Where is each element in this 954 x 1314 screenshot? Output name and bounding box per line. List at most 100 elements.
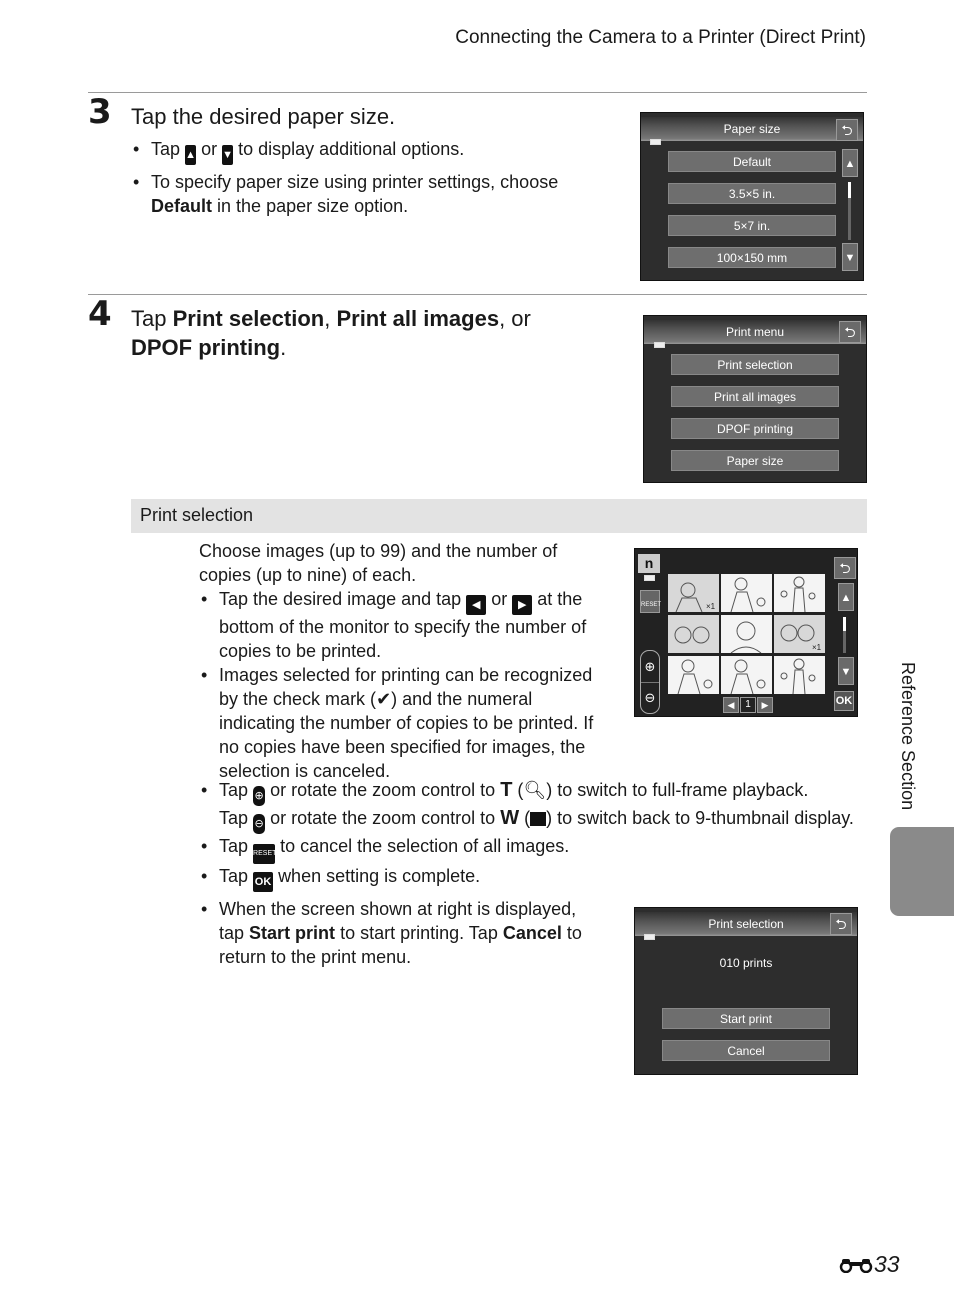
- zoom-out-icon: ⊖: [253, 814, 266, 834]
- text: Tap: [151, 139, 181, 159]
- back-icon[interactable]: ⮌: [839, 321, 861, 343]
- thumbnail[interactable]: [668, 656, 719, 694]
- screen-title: Print selection: [635, 912, 857, 936]
- thumbnail[interactable]: [668, 615, 719, 653]
- screen-title: Paper size: [641, 117, 863, 141]
- option-dpof-printing[interactable]: DPOF printing: [671, 418, 839, 439]
- thumbnail[interactable]: [721, 656, 772, 694]
- text: Tap: [219, 866, 249, 886]
- option-3-5x5[interactable]: 3.5×5 in.: [668, 183, 836, 204]
- ok-icon: OK: [253, 872, 274, 892]
- bullet: Tap RESET to cancel the selection of all…: [199, 834, 859, 864]
- text: or: [491, 589, 508, 609]
- start-print-button[interactable]: Start print: [662, 1008, 830, 1029]
- paper-size-screen: Paper size ⮌ Default 3.5×5 in. 5×7 in. 1…: [640, 112, 864, 281]
- text: ) to switch back to 9-thumbnail display.: [546, 808, 854, 828]
- text: Tap: [219, 808, 249, 828]
- bullet: Tap OK when setting is complete.: [199, 864, 859, 892]
- thumbnail[interactable]: [721, 615, 772, 653]
- thumbnail[interactable]: [721, 574, 772, 612]
- thumbnail[interactable]: ×1: [668, 574, 719, 612]
- zoom-out-button[interactable]: ⊖: [641, 682, 659, 713]
- text: Tap the desired image and tap: [219, 589, 462, 609]
- section-side-label: Reference Section: [898, 662, 918, 811]
- bullet: To specify paper size using printer sett…: [131, 170, 601, 218]
- step-title: Tap Print selection, Print all images, o…: [131, 304, 601, 362]
- text: to cancel the selection of all images.: [280, 836, 570, 856]
- print-menu-screen: Print menu ⮌ Print selection Print all i…: [643, 315, 867, 483]
- battery-icon: [644, 934, 655, 940]
- section-title: Print selection: [140, 505, 254, 525]
- decrease-copies-button[interactable]: ◀: [723, 697, 739, 713]
- zoom-control: ⊕ ⊖: [640, 650, 660, 714]
- text: ) to switch to full-frame playback.: [546, 780, 809, 800]
- battery-icon: [654, 342, 665, 348]
- thumbnail[interactable]: [774, 574, 825, 612]
- text: To specify paper size using printer sett…: [151, 172, 559, 192]
- text: ,: [324, 306, 331, 331]
- text: or rotate the zoom control to: [270, 808, 496, 828]
- text-bold: T: [500, 779, 513, 801]
- text: , or: [499, 306, 531, 331]
- option-5x7[interactable]: 5×7 in.: [668, 215, 836, 236]
- thumbnail-grid-icon: [530, 812, 547, 826]
- text-bold: Print selection: [172, 306, 325, 331]
- option-paper-size[interactable]: Paper size: [671, 450, 839, 471]
- increase-copies-button[interactable]: ▶: [757, 697, 773, 713]
- text-bold: Default: [151, 196, 213, 216]
- bullet: Tap the desired image and tap ◀ or ▶ at …: [199, 587, 594, 663]
- scrollbar[interactable]: [848, 182, 851, 240]
- text: in the paper size option.: [217, 196, 409, 216]
- reset-icon: RESET: [253, 844, 276, 864]
- ok-button[interactable]: OK: [834, 691, 854, 711]
- screen-title: Print menu: [644, 320, 866, 344]
- bullet: Images selected for printing can be reco…: [199, 663, 594, 783]
- text: to start printing. Tap: [340, 923, 498, 943]
- step-number: 3: [88, 92, 112, 132]
- step-title: Tap the desired paper size.: [131, 104, 396, 129]
- scroll-down-icon: ▼: [222, 145, 234, 165]
- scrollbar[interactable]: [843, 617, 846, 653]
- scroll-down-button[interactable]: ▼: [842, 243, 858, 271]
- running-header: Connecting the Camera to a Printer (Dire…: [455, 27, 866, 48]
- cancel-button[interactable]: Cancel: [662, 1040, 830, 1061]
- option-print-all-images[interactable]: Print all images: [671, 386, 839, 407]
- check-mark-icon: ✔: [376, 689, 392, 709]
- back-icon[interactable]: ⮌: [830, 913, 852, 935]
- back-icon[interactable]: ⮌: [836, 119, 858, 141]
- thumbnail-selection-screen: n RESET ⊕ ⊖ ⮌ ▲ ▼ OK ×1 ×1 ◀ 1 ▶: [634, 548, 858, 717]
- selection-bullets-b: Tap ⊕ or rotate the zoom control to T (🔍…: [199, 778, 859, 892]
- scroll-down-button[interactable]: ▼: [838, 657, 854, 685]
- print-confirm-screen: Print selection ⮌ 010 prints Start print…: [634, 907, 858, 1075]
- bullet: When the screen shown at right is displa…: [199, 897, 599, 969]
- option-print-selection[interactable]: Print selection: [671, 354, 839, 375]
- print-mode-icon: n: [638, 554, 660, 573]
- text-bold: DPOF printing: [131, 335, 281, 360]
- scroll-up-button[interactable]: ▲: [842, 149, 858, 177]
- bullet: Tap ▲ or ▼ to display additional options…: [131, 137, 601, 165]
- copies-counter: 1: [740, 697, 756, 713]
- divider: [88, 294, 867, 295]
- text-bold: Cancel: [502, 923, 562, 943]
- binoculars-icon: [839, 1259, 873, 1274]
- copies-mark: ×1: [812, 643, 822, 652]
- zoom-in-button[interactable]: ⊕: [641, 651, 659, 682]
- option-100x150[interactable]: 100×150 mm: [668, 247, 836, 268]
- step-number: 4: [88, 294, 112, 334]
- left-arrow-icon: ◀: [466, 595, 487, 615]
- thumbnail[interactable]: [774, 656, 825, 694]
- selection-bullets-a: Tap the desired image and tap ◀ or ▶ at …: [199, 587, 594, 783]
- section-header: Print selection: [131, 499, 867, 533]
- selection-bullets-c: When the screen shown at right is displa…: [199, 897, 599, 969]
- scroll-up-button[interactable]: ▲: [838, 583, 854, 611]
- reset-button[interactable]: RESET: [640, 590, 661, 613]
- text: to display additional options.: [238, 139, 465, 159]
- text: when setting is complete.: [278, 866, 481, 886]
- text: Tap: [219, 836, 249, 856]
- thumbnail[interactable]: ×1: [774, 615, 825, 653]
- text: Tap: [131, 306, 167, 331]
- option-default[interactable]: Default: [668, 151, 836, 172]
- step3-bullets: Tap ▲ or ▼ to display additional options…: [131, 137, 601, 218]
- scroll-up-icon: ▲: [185, 145, 197, 165]
- back-icon[interactable]: ⮌: [834, 557, 856, 579]
